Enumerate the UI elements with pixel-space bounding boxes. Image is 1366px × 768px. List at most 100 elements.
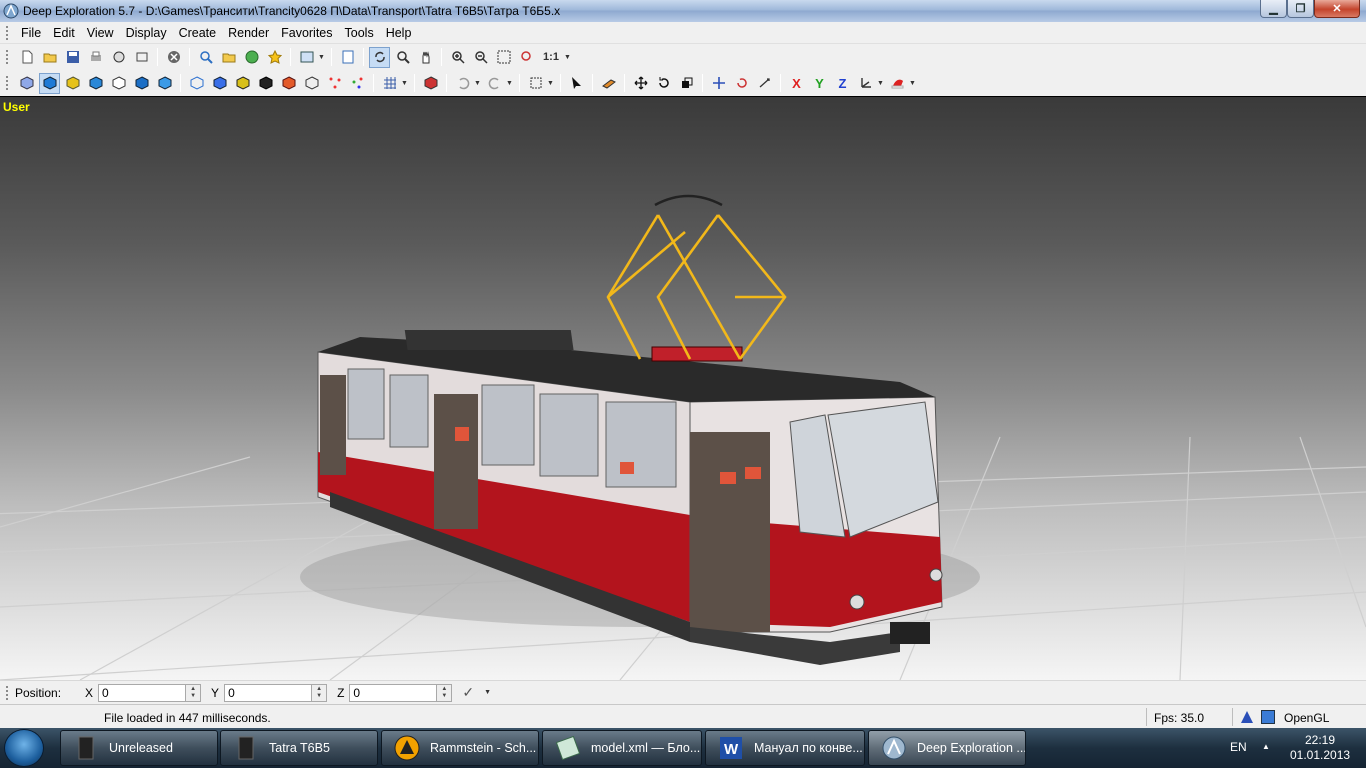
chevron-down-icon[interactable]: ▼	[564, 54, 573, 61]
taskbar-item-notepad[interactable]: model.xml — Бло...	[542, 730, 702, 766]
maximize-button[interactable]: ❐	[1287, 0, 1314, 18]
web-icon[interactable]	[241, 47, 262, 68]
3d-viewport[interactable]: User	[0, 97, 1366, 680]
rotate-object-icon[interactable]	[731, 73, 752, 94]
grid-icon[interactable]	[379, 73, 400, 94]
window-layout-icon[interactable]	[296, 47, 317, 68]
taskbar-item-deep-exploration[interactable]: Deep Exploration ...	[868, 730, 1026, 766]
y-position-input[interactable]: 0	[224, 683, 313, 702]
viewport-camera-label[interactable]: User	[3, 100, 30, 114]
toolbar-grip[interactable]	[6, 685, 9, 700]
textured-cube-icon[interactable]	[62, 73, 83, 94]
taskbar-item-music-player[interactable]: Rammstein - Sch...	[381, 730, 539, 766]
taskbar-item-word[interactable]: W Мануал по конве...	[705, 730, 865, 766]
bounding-box-icon[interactable]	[186, 73, 207, 94]
move-icon[interactable]	[630, 73, 651, 94]
zoom-view-icon[interactable]	[392, 47, 413, 68]
apply-check-icon[interactable]: ✓	[462, 684, 474, 701]
menu-view[interactable]: View	[81, 26, 120, 40]
axis-y-button[interactable]: Y	[809, 73, 830, 94]
redo-icon[interactable]	[484, 73, 505, 94]
axis-x-button[interactable]: X	[786, 73, 807, 94]
shaded-cube-icon[interactable]	[85, 73, 106, 94]
menu-render[interactable]: Render	[222, 26, 275, 40]
deep-exploration-app-icon[interactable]	[3, 3, 19, 19]
zoom-extents-icon[interactable]	[493, 47, 514, 68]
show-hidden-icons-icon[interactable]: ▲	[1262, 742, 1270, 751]
x-position-input[interactable]: 0	[98, 683, 187, 702]
zoom-window-icon[interactable]	[516, 47, 537, 68]
new-file-icon[interactable]	[16, 47, 37, 68]
black-box-icon[interactable]	[255, 73, 276, 94]
menu-display[interactable]: Display	[120, 26, 173, 40]
taskbar-item-unreleased[interactable]: Unreleased	[60, 730, 218, 766]
axis-gizmo-icon[interactable]	[855, 73, 876, 94]
menu-tools[interactable]: Tools	[339, 26, 380, 40]
orbit-object-icon[interactable]	[754, 73, 775, 94]
menu-file[interactable]: File	[15, 26, 47, 40]
menu-help[interactable]: Help	[380, 26, 418, 40]
z-position-input[interactable]: 0	[349, 683, 438, 702]
start-button[interactable]	[4, 729, 44, 767]
title-bar[interactable]: Deep Exploration 5.7 - D:\Games\Трансити…	[0, 0, 1366, 22]
print-preview-icon[interactable]	[108, 47, 129, 68]
open-folder-icon[interactable]	[39, 47, 60, 68]
zoom-ratio-button[interactable]: 1:1	[539, 47, 563, 68]
yellow-box-icon[interactable]	[232, 73, 253, 94]
flat-cube-icon[interactable]	[131, 73, 152, 94]
pan-hand-icon[interactable]	[415, 47, 436, 68]
toolbar-grip[interactable]	[6, 76, 9, 90]
vertices-icon[interactable]	[347, 73, 368, 94]
minimize-button[interactable]: ▁	[1260, 0, 1287, 18]
paint-icon[interactable]	[598, 73, 619, 94]
y-spinner[interactable]: ▲ ▼	[312, 683, 328, 702]
system-clock[interactable]: 22:19 01.01.2013	[1290, 733, 1350, 763]
warning-icon[interactable]	[1240, 710, 1254, 724]
close-button[interactable]: ✕	[1314, 0, 1360, 18]
chevron-down-icon[interactable]: ▼	[909, 80, 918, 87]
toolbar-grip[interactable]	[6, 25, 9, 40]
santa-hat-icon[interactable]	[887, 73, 908, 94]
properties-icon[interactable]	[337, 47, 358, 68]
wireframe-cube-icon[interactable]	[16, 73, 37, 94]
zoom-in-icon[interactable]	[447, 47, 468, 68]
save-icon[interactable]	[62, 47, 83, 68]
blue-box-icon[interactable]	[209, 73, 230, 94]
scale-icon[interactable]	[676, 73, 697, 94]
menu-create[interactable]: Create	[173, 26, 223, 40]
chevron-down-icon[interactable]: ▼	[547, 80, 556, 87]
capture-icon[interactable]	[131, 47, 152, 68]
select-region-icon[interactable]	[525, 73, 546, 94]
outline-cube-icon[interactable]	[108, 73, 129, 94]
chevron-down-icon[interactable]: ▼	[474, 80, 483, 87]
move-object-icon[interactable]	[708, 73, 729, 94]
red-box-icon[interactable]	[278, 73, 299, 94]
solid-cube-icon[interactable]	[39, 72, 60, 94]
axis-z-button[interactable]: Z	[832, 73, 853, 94]
x-spinner[interactable]: ▲ ▼	[186, 683, 202, 702]
rotate-icon[interactable]	[653, 73, 674, 94]
menu-favorites[interactable]: Favorites	[275, 26, 338, 40]
menu-edit[interactable]: Edit	[47, 26, 81, 40]
pointer-arrow-icon[interactable]	[566, 73, 587, 94]
scene-icon[interactable]	[420, 73, 441, 94]
browse-folder-icon[interactable]	[218, 47, 239, 68]
chevron-down-icon[interactable]: ▼	[318, 54, 327, 61]
print-icon[interactable]	[85, 47, 106, 68]
z-spinner[interactable]: ▲ ▼	[437, 683, 453, 702]
display-icon[interactable]	[1261, 710, 1275, 724]
language-indicator[interactable]: EN	[1230, 740, 1247, 754]
smooth-cube-icon[interactable]	[154, 73, 175, 94]
chevron-down-icon[interactable]: ▼	[484, 689, 493, 696]
undo-icon[interactable]	[452, 73, 473, 94]
points-icon[interactable]	[324, 73, 345, 94]
stop-icon[interactable]	[163, 47, 184, 68]
edges-box-icon[interactable]	[301, 73, 322, 94]
chevron-down-icon[interactable]: ▼	[401, 80, 410, 87]
rotate-view-icon[interactable]	[369, 46, 390, 68]
zoom-out-icon[interactable]	[470, 47, 491, 68]
toolbar-grip[interactable]	[6, 50, 9, 64]
favorites-star-icon[interactable]	[264, 47, 285, 68]
chevron-down-icon[interactable]: ▼	[877, 80, 886, 87]
chevron-down-icon[interactable]: ▼	[506, 80, 515, 87]
